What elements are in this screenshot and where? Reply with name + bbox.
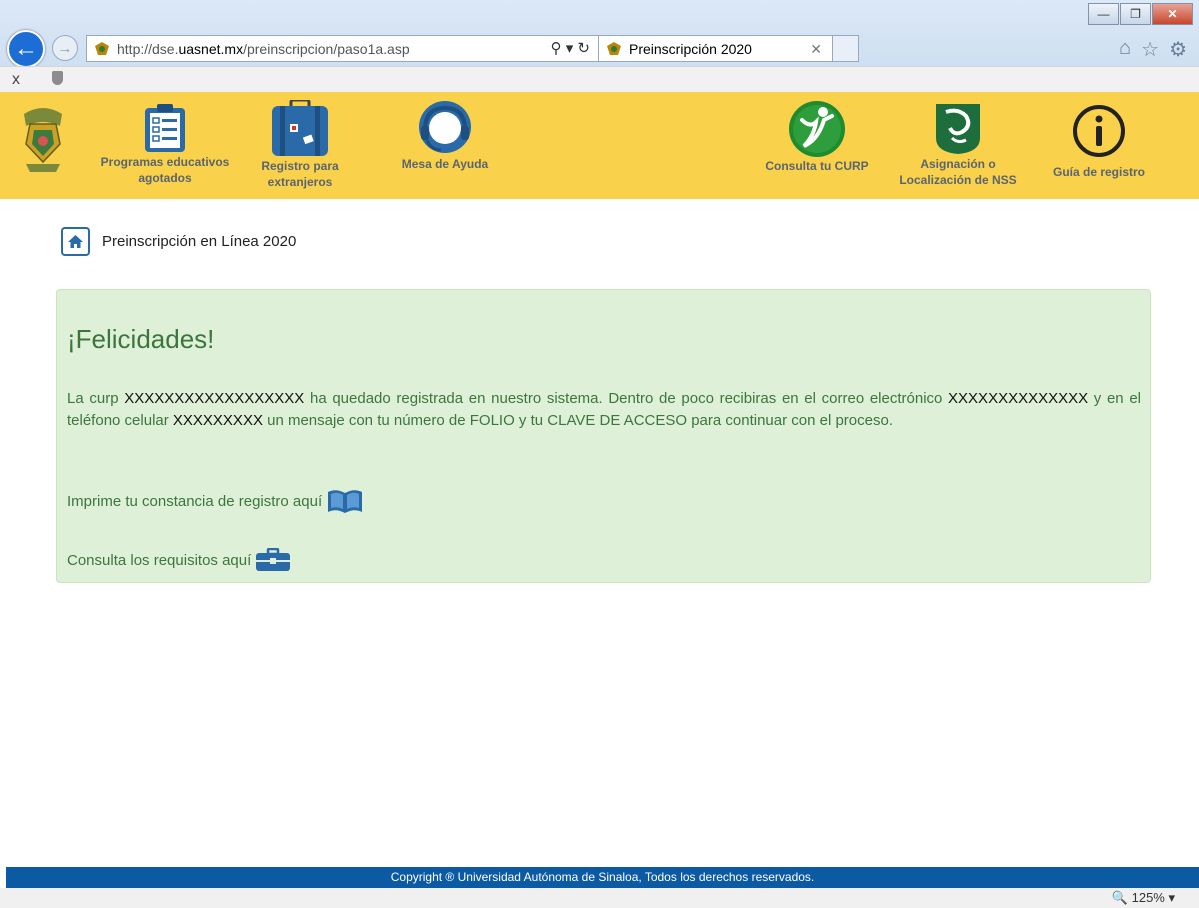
nav-asignacion-nss[interactable]: Asignación o Localización de NSS: [888, 100, 1028, 188]
nav-label: Consulta tu CURP: [765, 159, 869, 173]
top-nav: Programas educativos agotados Registro p…: [0, 92, 1199, 199]
browser-chrome: — ❐ ✕ ← → http://dse. uasnet.mx/preinscri…: [0, 0, 1199, 93]
clipboard-icon: [145, 104, 185, 152]
open-book-icon[interactable]: [326, 488, 364, 514]
url-path: /preinscripcion/paso1a.asp: [243, 40, 410, 57]
nav-label: Guía de registro: [1052, 165, 1146, 179]
favorites-star-icon[interactable]: ☆: [1141, 37, 1159, 62]
breadcrumb: Preinscripción en Línea 2020: [61, 227, 296, 256]
curp-logo-icon: [789, 101, 845, 157]
zoom-level: 125%: [1131, 890, 1165, 905]
nav-registro-extranjeros[interactable]: Registro para extranjeros: [250, 100, 350, 190]
close-bar-icon[interactable]: x: [12, 71, 20, 89]
curp-value: XXXXXXXXXXXXXXXXXX: [124, 390, 305, 407]
tab-favicon-icon: [605, 40, 623, 58]
nav-label: Registro para extranjeros: [261, 159, 339, 189]
requirements-label: Consulta los requisitos aquí: [67, 551, 252, 569]
nav-consulta-curp[interactable]: Consulta tu CURP: [752, 100, 882, 174]
status-bar: 🔍 125% ▾: [0, 888, 1199, 908]
home-icon[interactable]: ⌂: [1119, 37, 1131, 62]
command-bar: x: [0, 66, 1199, 93]
msg-text: La curp: [67, 390, 125, 407]
tab-title: Preinscripción 2020: [629, 40, 752, 57]
nav-mesa-ayuda[interactable]: Mesa de Ayuda: [390, 100, 500, 172]
suitcase-icon: [272, 100, 328, 156]
phone-value: XXXXXXXXX: [172, 412, 263, 429]
print-receipt-link[interactable]: Imprime tu constancia de registro aquí: [67, 488, 364, 514]
msg-text: un mensaje con tu número de FOLIO y tu C…: [262, 412, 893, 429]
home-button[interactable]: [61, 227, 90, 256]
dropdown-icon[interactable]: ▾: [566, 40, 574, 57]
info-icon: [1073, 105, 1125, 157]
nav-programas-agotados[interactable]: Programas educativos agotados: [100, 102, 230, 186]
headset-icon: [419, 101, 471, 153]
nav-label: Asignación o Localización de NSS: [899, 157, 1017, 187]
imss-logo-icon: [936, 104, 980, 154]
arrow-right-icon: →: [57, 39, 73, 57]
alert-title: ¡Felicidades!: [67, 324, 215, 354]
close-window-button[interactable]: ✕: [1152, 3, 1193, 25]
tab-close-icon[interactable]: ✕: [810, 41, 822, 58]
zoom-control[interactable]: 🔍 125% ▾: [1112, 890, 1175, 906]
address-bar[interactable]: http://dse. uasnet.mx/preinscripcion/paso…: [86, 35, 599, 62]
requirements-link[interactable]: Consulta los requisitos aquí: [67, 548, 291, 572]
copyright-text: Copyright ® Universidad Autónoma de Sina…: [390, 870, 815, 884]
footer: Copyright ® Universidad Autónoma de Sina…: [6, 867, 1199, 888]
nav-label: Mesa de Ayuda: [401, 157, 489, 171]
minimize-button[interactable]: —: [1088, 3, 1119, 25]
alert-message: La curp XXXXXXXXXXXXXXXXXX ha quedado re…: [67, 388, 1141, 432]
print-label: Imprime tu constancia de registro aquí: [67, 492, 323, 510]
restore-button[interactable]: ❐: [1120, 3, 1151, 25]
home-icon: [68, 235, 83, 248]
msg-text: ha quedado registrada en nuestro sistema…: [304, 390, 949, 407]
page-title: Preinscripción en Línea 2020: [102, 233, 297, 250]
success-alert: ¡Felicidades! La curp XXXXXXXXXXXXXXXXXX…: [56, 289, 1151, 583]
back-button[interactable]: ←: [7, 30, 45, 68]
email-value: XXXXXXXXXXXXXX: [948, 390, 1089, 407]
nav-guia-registro[interactable]: Guía de registro: [1044, 104, 1154, 180]
new-tab-button[interactable]: [833, 35, 859, 62]
uas-logo[interactable]: [20, 104, 66, 176]
search-icon[interactable]: ⚲: [551, 40, 562, 57]
shield-icon: [52, 71, 63, 85]
window-controls: — ❐ ✕: [1087, 3, 1193, 25]
url-prefix: http://dse.: [117, 40, 179, 57]
arrow-left-icon: ←: [14, 35, 38, 62]
site-favicon-icon: [93, 40, 111, 58]
refresh-icon[interactable]: ↻: [577, 40, 590, 57]
briefcase-icon[interactable]: [255, 548, 291, 572]
zoom-icon: 🔍: [1111, 890, 1128, 905]
tab-current[interactable]: Preinscripción 2020 ✕: [599, 35, 833, 62]
address-tools: ⚲ ▾ ↻: [551, 39, 590, 57]
browser-tools: ⌂ ☆ ⚙: [1119, 37, 1187, 62]
forward-button[interactable]: →: [52, 35, 78, 61]
settings-gear-icon[interactable]: ⚙: [1169, 37, 1187, 62]
nav-label: Programas educativos agotados: [100, 155, 230, 185]
url-domain: uasnet.mx: [178, 40, 244, 57]
